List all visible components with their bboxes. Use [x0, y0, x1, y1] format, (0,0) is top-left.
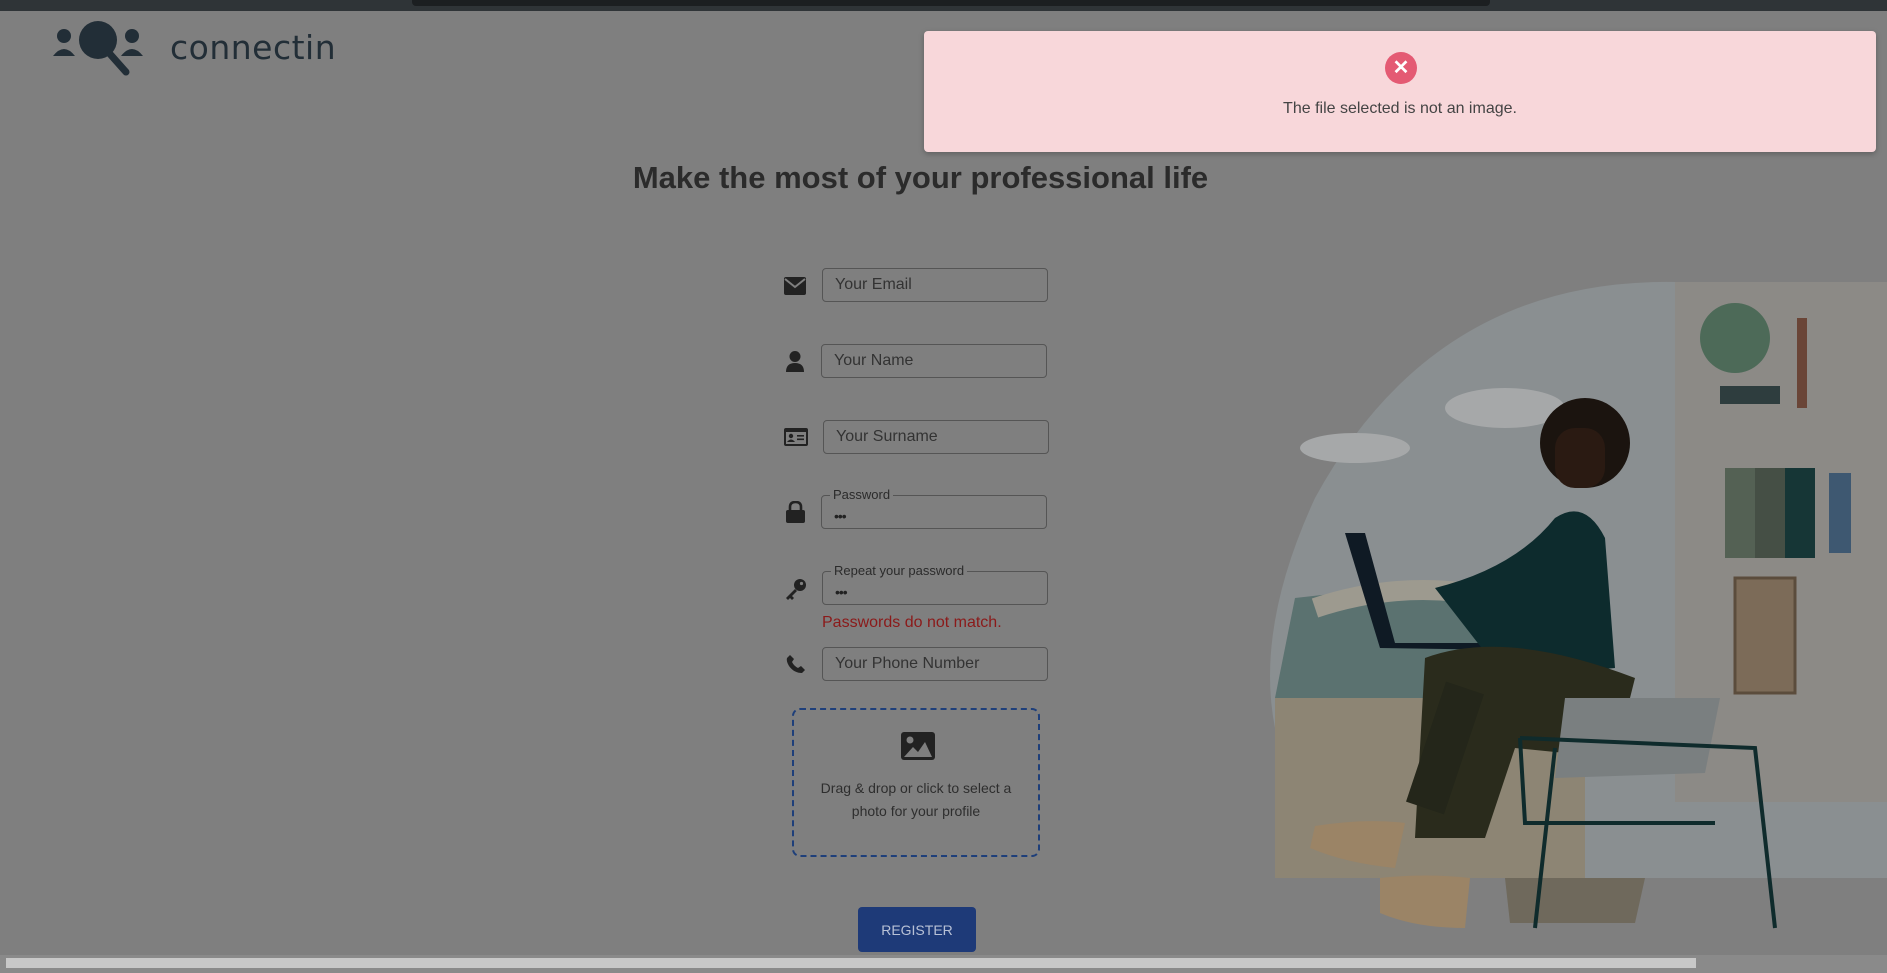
email-input[interactable] — [823, 269, 1047, 301]
connectin-logo-icon — [53, 21, 143, 76]
user-icon — [786, 351, 804, 377]
dropzone-text: Drag & drop or click to select a photo f… — [820, 780, 1012, 819]
error-alert: ✕ The file selected is not an image. — [924, 31, 1876, 152]
image-icon — [901, 732, 935, 760]
browser-top-bar — [0, 0, 1887, 11]
lock-icon — [786, 500, 805, 528]
envelope-icon — [784, 277, 806, 300]
password-value: ••• — [834, 508, 847, 524]
alert-message: The file selected is not an image. — [1283, 100, 1517, 117]
id-card-icon — [784, 428, 808, 451]
browser-tab-strip — [412, 0, 1490, 6]
name-input[interactable] — [822, 345, 1046, 377]
name-field[interactable] — [821, 344, 1047, 378]
person-with-laptop-illustration — [1270, 281, 1887, 929]
register-button[interactable]: REGISTER — [858, 907, 976, 952]
repeat-password-field[interactable]: Repeat your password ••• — [822, 563, 1048, 605]
scrollbar-thumb[interactable] — [6, 958, 1696, 968]
password-field[interactable]: Password ••• — [821, 487, 1047, 529]
key-icon — [785, 578, 807, 605]
photo-dropzone[interactable]: Drag & drop or click to select a photo f… — [792, 708, 1040, 857]
password-label: Password — [830, 487, 894, 502]
surname-field[interactable] — [823, 420, 1049, 454]
repeat-password-label: Repeat your password — [831, 563, 968, 578]
repeat-password-value: ••• — [835, 584, 848, 600]
email-field[interactable] — [822, 268, 1048, 302]
brand-logo[interactable]: connectin — [52, 16, 336, 78]
page-title: Make the most of your professional life — [632, 160, 1209, 195]
phone-icon — [786, 654, 806, 679]
phone-input[interactable] — [823, 648, 1047, 680]
password-mismatch-error: Passwords do not match. — [822, 614, 1002, 631]
horizontal-scrollbar[interactable] — [0, 955, 1887, 973]
brand-name: connectin — [170, 27, 337, 67]
phone-field[interactable] — [822, 647, 1048, 681]
close-icon: ✕ — [1385, 52, 1417, 84]
surname-input[interactable] — [824, 421, 1048, 453]
